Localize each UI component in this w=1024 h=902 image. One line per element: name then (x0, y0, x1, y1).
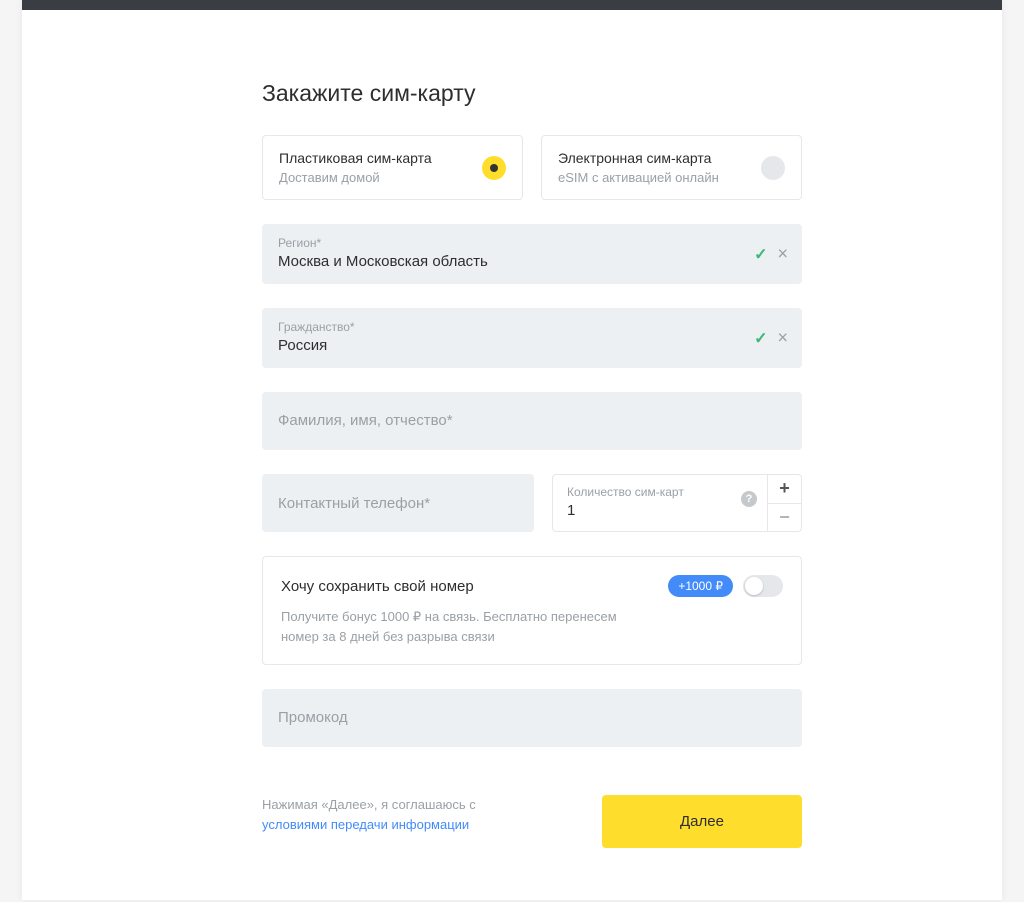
sim-plastic-title: Пластиковая сим-карта (279, 150, 432, 166)
region-field[interactable]: Регион* Москва и Московская область ✓ × (262, 224, 802, 284)
keep-number-box: Хочу сохранить свой номер +1000 ₽ Получи… (262, 556, 802, 665)
phone-placeholder: Контактный телефон* (278, 495, 430, 512)
region-value: Москва и Московская область (278, 253, 786, 270)
keep-number-description: Получите бонус 1000 ₽ на связь. Бесплатн… (281, 607, 651, 646)
fio-placeholder: Фамилия, имя, отчество* (278, 412, 453, 429)
sim-type-options: Пластиковая сим-карта Доставим домой Эле… (262, 135, 802, 200)
check-icon: ✓ (754, 328, 767, 348)
sim-option-plastic[interactable]: Пластиковая сим-карта Доставим домой (262, 135, 523, 200)
promo-placeholder: Промокод (278, 709, 348, 726)
quantity-plus-button[interactable]: + (768, 475, 801, 504)
sim-option-esim[interactable]: Электронная сим-карта eSIM с активацией … (541, 135, 802, 200)
terms-link[interactable]: условиями передачи информации (262, 817, 469, 832)
citizenship-field[interactable]: Гражданство* Россия ✓ × (262, 308, 802, 368)
citizenship-label: Гражданство* (278, 320, 786, 334)
clear-icon[interactable]: × (777, 244, 788, 265)
check-icon: ✓ (754, 244, 767, 264)
clear-icon[interactable]: × (777, 328, 788, 349)
keep-number-toggle[interactable] (743, 575, 783, 597)
terms-text: Нажимая «Далее», я соглашаюсь с условиям… (262, 795, 522, 834)
fio-field[interactable]: Фамилия, имя, отчество* (262, 392, 802, 450)
next-button[interactable]: Далее (602, 795, 802, 848)
sim-esim-subtitle: eSIM с активацией онлайн (558, 170, 719, 185)
page-title: Закажите сим-карту (262, 80, 802, 107)
phone-field[interactable]: Контактный телефон* (262, 474, 534, 532)
quantity-minus-button[interactable]: − (768, 504, 801, 532)
bonus-badge: +1000 ₽ (668, 575, 733, 597)
radio-unselected-icon (761, 156, 785, 180)
help-icon[interactable]: ? (741, 491, 757, 507)
terms-prefix: Нажимая «Далее», я соглашаюсь с (262, 797, 476, 812)
sim-plastic-subtitle: Доставим домой (279, 170, 432, 185)
promo-field[interactable]: Промокод (262, 689, 802, 747)
region-label: Регион* (278, 236, 786, 250)
radio-selected-icon (482, 156, 506, 180)
sim-esim-title: Электронная сим-карта (558, 150, 719, 166)
citizenship-value: Россия (278, 337, 786, 354)
quantity-label: Количество сим-карт (567, 485, 753, 499)
quantity-value: 1 (567, 502, 753, 519)
quantity-box: Количество сим-карт 1 ? + − (552, 474, 802, 532)
top-bar (22, 0, 1002, 10)
keep-number-title: Хочу сохранить свой номер (281, 578, 474, 595)
